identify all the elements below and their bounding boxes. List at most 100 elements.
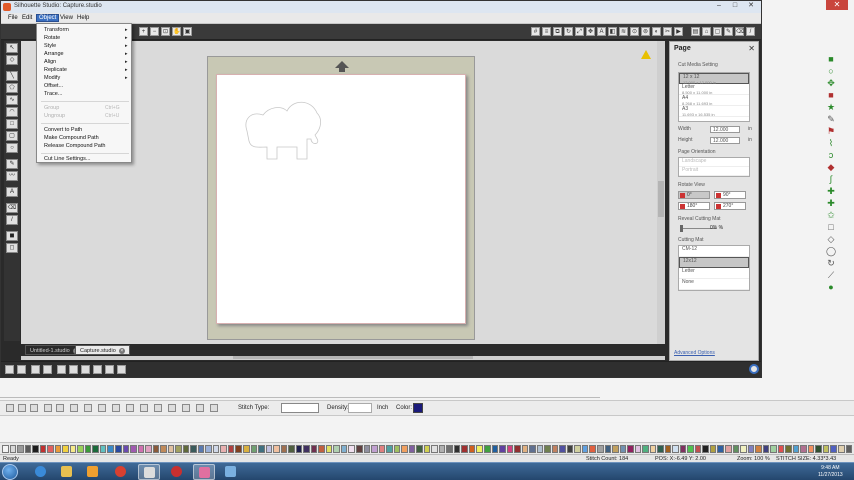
- palette-swatch[interactable]: [529, 445, 536, 453]
- menu-item-ungroup[interactable]: Ungroup: [44, 113, 65, 119]
- green-dot-icon[interactable]: ●: [826, 283, 836, 292]
- palette-swatch[interactable]: [62, 445, 69, 453]
- taskbar-embroidery[interactable]: [138, 464, 160, 480]
- palette-swatch[interactable]: [39, 445, 47, 453]
- palette-swatch[interactable]: [438, 445, 446, 453]
- library-icon[interactable]: ▤: [691, 27, 700, 36]
- palette-swatch[interactable]: [197, 445, 205, 453]
- tab-capture[interactable]: Capture.studio ×: [75, 345, 130, 355]
- star-outline-icon[interactable]: ✩: [826, 211, 836, 220]
- polygon-tool-icon[interactable]: ⬠: [6, 83, 18, 93]
- maximize-icon[interactable]: □: [727, 1, 743, 11]
- flip-icon[interactable]: [70, 404, 78, 412]
- palette-swatch[interactable]: [687, 445, 694, 453]
- palette-swatch[interactable]: [807, 445, 815, 453]
- palette-swatch[interactable]: [785, 445, 792, 453]
- taskbar-snip[interactable]: [220, 464, 242, 480]
- page-canvas[interactable]: [216, 74, 466, 324]
- align-center-icon[interactable]: [18, 404, 26, 412]
- replicate-icon[interactable]: ⧉: [553, 27, 562, 36]
- distribute-icon[interactable]: [44, 404, 52, 412]
- palette-swatch[interactable]: [468, 445, 476, 453]
- palette-swatch[interactable]: [732, 445, 740, 453]
- palette-swatch[interactable]: [17, 445, 24, 453]
- palette-swatch[interactable]: [235, 445, 242, 453]
- fit-page-icon[interactable]: ▣: [183, 27, 192, 36]
- palette-swatch[interactable]: [227, 445, 235, 453]
- palette-swatch[interactable]: [431, 445, 438, 453]
- menu-help[interactable]: Help: [75, 15, 91, 21]
- align-icon[interactable]: ≡: [542, 27, 551, 36]
- palette-swatch[interactable]: [243, 445, 250, 453]
- fill-icon[interactable]: ◧: [608, 27, 617, 36]
- background-close-button[interactable]: ✕: [826, 0, 848, 10]
- palette-swatch[interactable]: [137, 445, 145, 453]
- palette-swatch[interactable]: [371, 445, 378, 453]
- curve-tool-icon[interactable]: ⌇: [826, 139, 836, 148]
- palette-swatch[interactable]: [273, 445, 280, 453]
- zoom-in-icon[interactable]: +: [139, 27, 148, 36]
- silhouette-logo-icon[interactable]: [749, 364, 759, 374]
- palette-swatch[interactable]: [717, 445, 724, 453]
- panel-close-icon[interactable]: ✕: [748, 44, 755, 53]
- palette-swatch[interactable]: [446, 445, 453, 453]
- palette-swatch[interactable]: [642, 445, 649, 453]
- palette-swatch[interactable]: [401, 445, 408, 453]
- palette-swatch[interactable]: [47, 445, 54, 453]
- eraser-icon[interactable]: ⌫: [735, 27, 744, 36]
- palette-swatch[interactable]: [220, 445, 227, 453]
- palette-swatch[interactable]: [32, 445, 39, 453]
- palette-swatch[interactable]: [709, 445, 717, 453]
- taskbar-media[interactable]: [82, 464, 104, 480]
- scale-icon[interactable]: [154, 404, 162, 412]
- pan-icon[interactable]: ✋: [172, 27, 181, 36]
- palette-swatch[interactable]: [340, 445, 348, 453]
- list-item[interactable]: CM-12: [679, 246, 749, 257]
- palette-swatch[interactable]: [303, 445, 310, 453]
- palette-swatch[interactable]: [596, 445, 604, 453]
- palette-swatch[interactable]: [386, 445, 393, 453]
- ungroup-icon[interactable]: [98, 404, 106, 412]
- palette-swatch[interactable]: [514, 445, 521, 453]
- warning-icon[interactable]: [641, 50, 651, 59]
- send-to-silhouette-icon[interactable]: ▶: [674, 27, 683, 36]
- palette-swatch[interactable]: [205, 445, 212, 453]
- palette-swatch[interactable]: [747, 445, 755, 453]
- orientation-list[interactable]: Landscape Portrait: [678, 157, 750, 177]
- palette-swatch[interactable]: [521, 445, 529, 453]
- cutting-mat-list[interactable]: CM-12 12x12 Letter None: [678, 245, 750, 291]
- palette-swatch[interactable]: [672, 445, 679, 453]
- palette-swatch[interactable]: [114, 445, 122, 453]
- rotate-180-option[interactable]: 180°: [678, 202, 710, 210]
- menu-object[interactable]: Object: [36, 14, 60, 22]
- palette-swatch[interactable]: [145, 445, 152, 453]
- scale-tool-icon[interactable]: ⤢: [575, 27, 584, 36]
- palette-swatch[interactable]: [212, 445, 220, 453]
- palette-swatch[interactable]: [574, 445, 581, 453]
- line-color-icon[interactable]: ◻: [6, 243, 18, 253]
- menu-item-style[interactable]: Style: [44, 43, 56, 49]
- palette-swatch[interactable]: [627, 445, 634, 453]
- smooth-freehand-icon[interactable]: 〰: [6, 171, 18, 181]
- menu-item-release-compound-path[interactable]: Release Compound Path: [44, 143, 105, 149]
- plus-tool-icon[interactable]: ✚: [826, 187, 836, 196]
- lock-icon[interactable]: [140, 404, 148, 412]
- palette-swatch[interactable]: [84, 445, 92, 453]
- elephant-shape[interactable]: [229, 89, 329, 164]
- vertical-scrollbar[interactable]: [657, 41, 665, 344]
- menu-view[interactable]: View: [58, 15, 75, 21]
- rounded-rect-icon[interactable]: ▢: [6, 131, 18, 141]
- palette-swatch[interactable]: [725, 445, 732, 453]
- type-icon[interactable]: [210, 404, 218, 412]
- list-item[interactable]: 12x12: [679, 257, 749, 268]
- palette-swatch[interactable]: [604, 445, 612, 453]
- palette-swatch[interactable]: [182, 445, 190, 453]
- palette-swatch[interactable]: [792, 445, 800, 453]
- text-tool-left-icon[interactable]: A: [6, 187, 18, 197]
- tab-close-icon[interactable]: ×: [118, 348, 125, 354]
- palette-swatch[interactable]: [800, 445, 807, 453]
- taskbar-ie[interactable]: [30, 464, 52, 480]
- palette-swatch[interactable]: [581, 445, 589, 453]
- palette-swatch[interactable]: [288, 445, 295, 453]
- zoom-out-icon[interactable]: −: [150, 27, 159, 36]
